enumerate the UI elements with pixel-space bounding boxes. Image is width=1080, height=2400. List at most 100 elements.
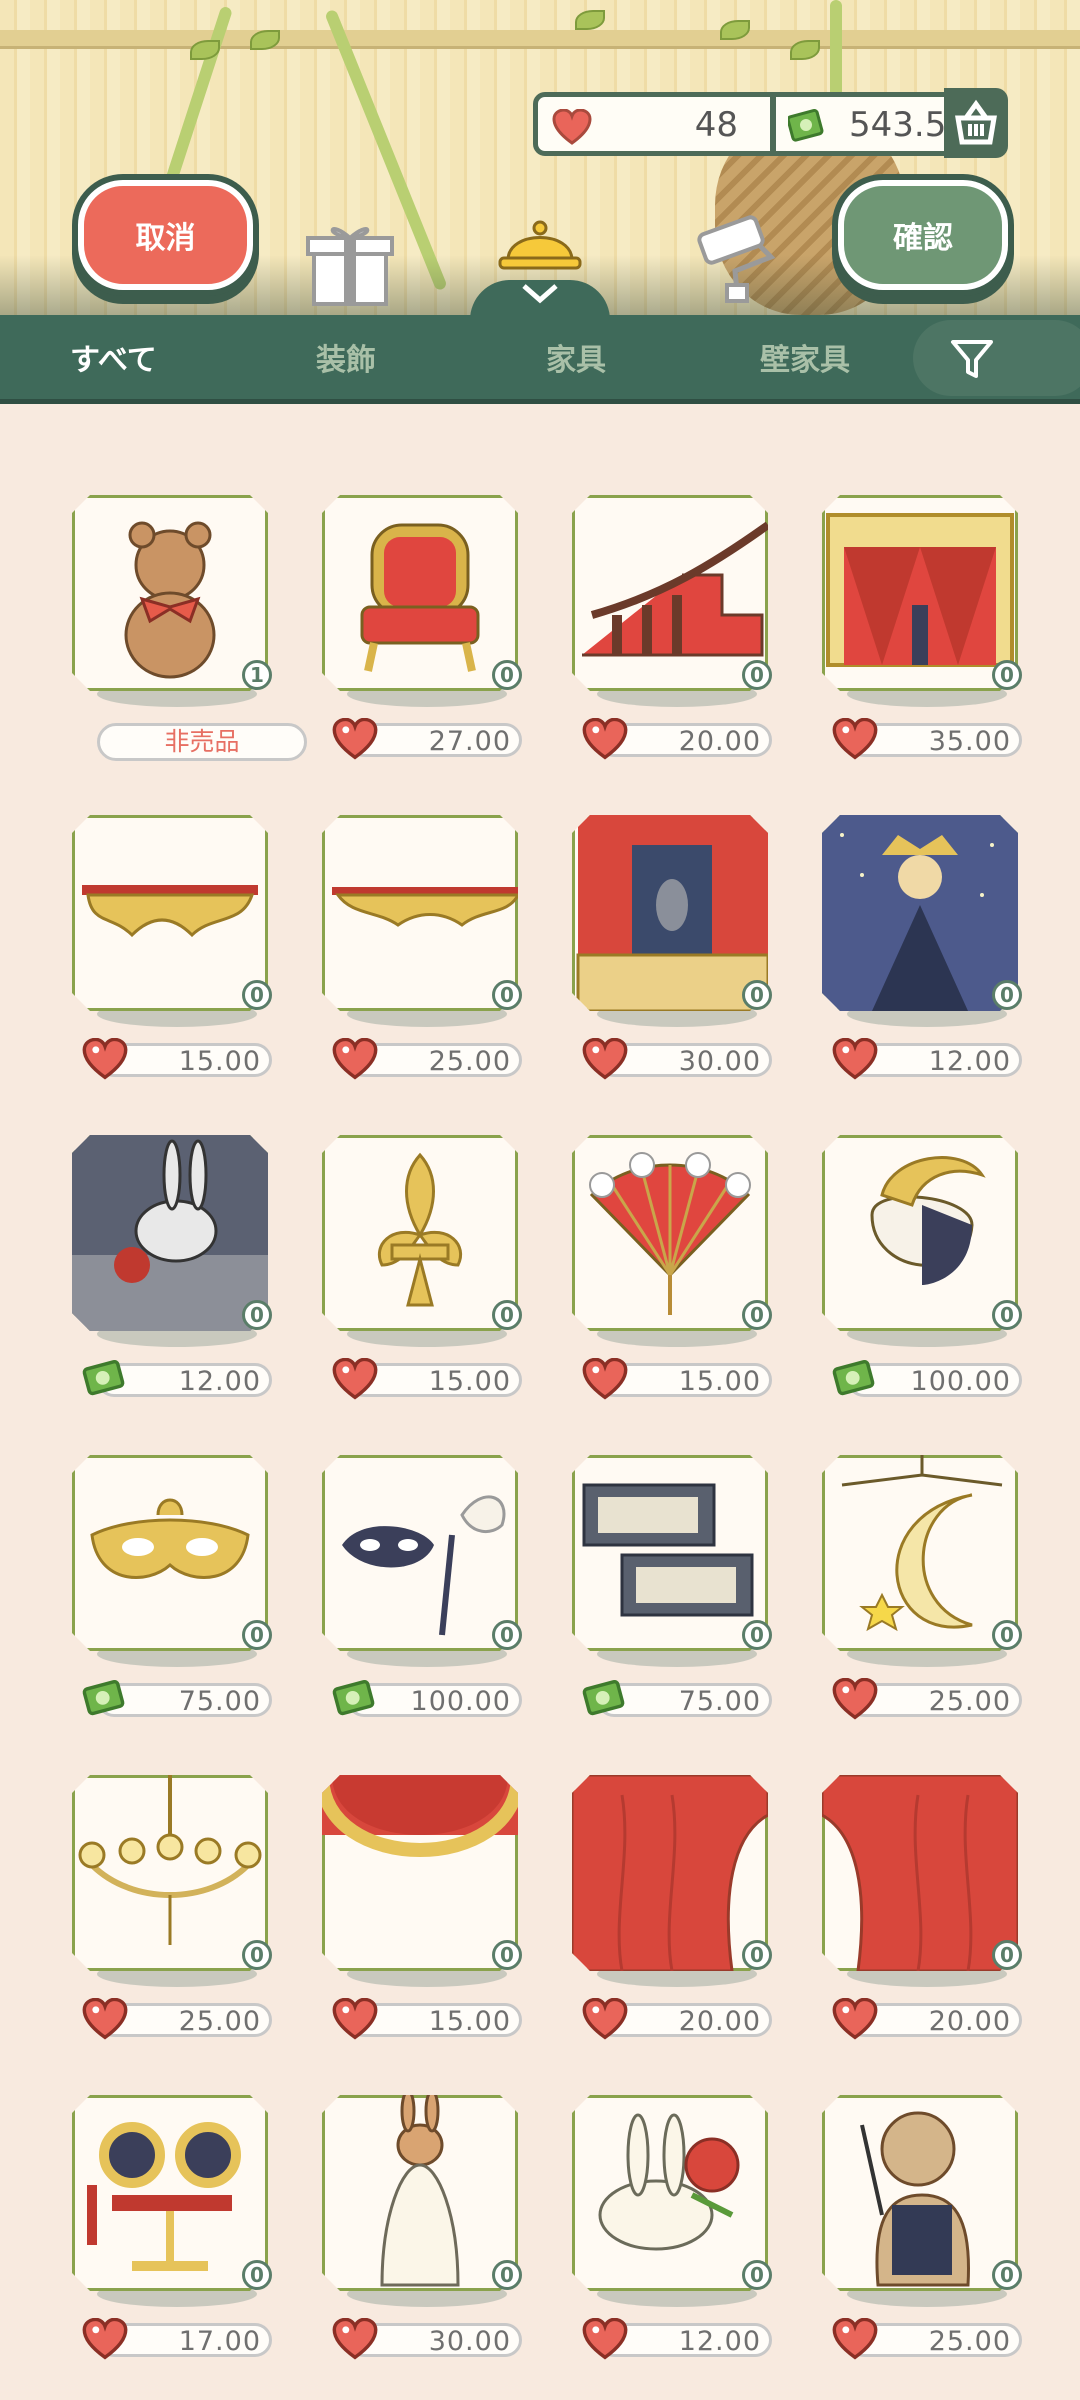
owned-count: 0 (992, 660, 1022, 690)
price-amount: 27.00 (428, 726, 511, 757)
paint-roller-icon[interactable] (685, 205, 785, 305)
shop-item-rabbit-lady[interactable]: 0 30.00 (312, 2095, 572, 2395)
moon-mobile-icon (822, 1455, 1018, 1651)
filter-button[interactable] (913, 320, 1080, 396)
conductor-dog-icon (822, 2095, 1018, 2291)
shop-item-red-curtain-right[interactable]: 0 20.00 (812, 1775, 1072, 2075)
wall-rail (0, 30, 1080, 49)
tab-furniture[interactable]: 家具 (546, 335, 606, 379)
heart-currency (832, 2317, 878, 2364)
shop-item-rabbit-rose-mask[interactable]: 0 12.00 (562, 2095, 822, 2395)
heart-icon (332, 1357, 378, 1400)
heart-currency (82, 1997, 128, 2044)
cash-currency (82, 1678, 128, 1724)
price-amount: 25.00 (928, 2326, 1011, 2357)
heart-currency (582, 717, 628, 764)
shop-item-venetian-mask[interactable]: 0 100.00 (812, 1135, 1072, 1435)
tab-all[interactable]: すべて (70, 335, 157, 379)
shop-item-theater-box[interactable]: 0 30.00 (562, 815, 822, 1115)
owned-count: 1 (242, 660, 272, 690)
shop-item-gold-shelf[interactable]: 0 15.00 (62, 815, 322, 1115)
price-amount: 25.00 (928, 1686, 1011, 1717)
price-amount: 20.00 (678, 726, 761, 757)
price-tag: 20.00 (832, 1997, 1022, 2040)
price-amount: 15.00 (678, 1366, 761, 1397)
shop-item-tickets[interactable]: 0 75.00 (562, 1455, 822, 1755)
shop-item-moon-mobile[interactable]: 0 25.00 (812, 1455, 1072, 1755)
price-tag: 100.00 (332, 1679, 522, 1717)
heart-currency (832, 1997, 878, 2044)
owned-count: 0 (992, 2260, 1022, 2290)
heart-currency (82, 1037, 128, 1084)
owned-count: 0 (742, 1620, 772, 1650)
shop-item-chandelier[interactable]: 0 25.00 (62, 1775, 322, 2075)
price-amount: 15.00 (428, 2006, 511, 2037)
cash-currency (582, 1678, 628, 1724)
price-tag: 12.00 (832, 1037, 1022, 1080)
price-amount: 20.00 (678, 2006, 761, 2037)
shop-item-opera-glasses[interactable]: 0 17.00 (62, 2095, 322, 2395)
owned-count: 0 (742, 1940, 772, 1970)
owned-count: 0 (992, 1620, 1022, 1650)
shop-item-gold-mask[interactable]: 0 75.00 (62, 1455, 322, 1755)
shop-item-red-throne[interactable]: 0 27.00 (312, 495, 572, 795)
owned-count: 0 (492, 1300, 522, 1330)
shop-item-red-valance[interactable]: 0 15.00 (312, 1775, 572, 2075)
tab-wall-furniture[interactable]: 壁家具 (760, 335, 850, 379)
tab-decoration[interactable]: 装飾 (316, 335, 376, 379)
price-amount: 25.00 (178, 2006, 261, 2037)
owned-count: 0 (742, 980, 772, 1010)
price-amount: 75.00 (178, 1686, 261, 1717)
owned-count: 0 (242, 980, 272, 1010)
heart-currency (332, 717, 378, 764)
price-tag: 15.00 (582, 1357, 772, 1400)
filter-icon (951, 340, 993, 378)
heart-icon (582, 717, 628, 760)
gift-icon[interactable] (300, 210, 400, 310)
shop-item-teddy-bear[interactable]: 1 非売品 (62, 495, 322, 795)
price-amount: 17.00 (178, 2326, 261, 2357)
shop-item-conductor-dog[interactable]: 0 25.00 (812, 2095, 1072, 2395)
shop-item-masquerade-stick-mask[interactable]: 0 100.00 (312, 1455, 572, 1755)
owned-count: 0 (242, 1300, 272, 1330)
opera-glasses-icon (72, 2095, 268, 2291)
bell-icon[interactable] (478, 200, 602, 310)
shop-item-red-fan[interactable]: 0 15.00 (562, 1135, 822, 1435)
heart-icon (332, 2317, 378, 2360)
shop-basket-button[interactable] (944, 88, 1008, 158)
shop-item-stair-railing[interactable]: 0 20.00 (562, 495, 822, 795)
masquerade-stick-mask-icon (322, 1455, 518, 1651)
stage-frame-icon (822, 495, 1018, 691)
heart-icon (82, 2317, 128, 2360)
heart-currency (582, 1357, 628, 1404)
red-throne-icon (322, 495, 518, 691)
rabbit-lady-icon (322, 2095, 518, 2291)
price-amount: 30.00 (678, 1046, 761, 1077)
currency-bar: 48 543.59 (533, 92, 1005, 156)
owned-count: 0 (992, 1300, 1022, 1330)
shop-item-stage-frame[interactable]: 0 35.00 (812, 495, 1072, 795)
heart-currency (582, 1037, 628, 1084)
shop-item-red-curtain-left[interactable]: 0 20.00 (562, 1775, 822, 2075)
price-amount: 25.00 (428, 1046, 511, 1077)
owned-count: 0 (492, 980, 522, 1010)
heart-currency (832, 1037, 878, 1084)
gold-shelf-long-icon (322, 815, 518, 1011)
price-tag: 25.00 (832, 1677, 1022, 1720)
shop-item-gold-shelf-long[interactable]: 0 25.00 (312, 815, 572, 1115)
shop-item-queen-portrait[interactable]: 0 12.00 (812, 815, 1072, 1115)
price-amount: 15.00 (428, 1366, 511, 1397)
confirm-button[interactable]: 確認 (838, 180, 1008, 290)
shop-item-fleur-de-lis[interactable]: 0 15.00 (312, 1135, 572, 1435)
heart-currency (582, 2317, 628, 2364)
shop-item-rabbit-rose-portrait[interactable]: 0 12.00 (62, 1135, 322, 1435)
gold-shelf-icon (72, 815, 268, 1011)
cancel-button[interactable]: 取消 (78, 180, 253, 290)
cash-currency (332, 1678, 378, 1724)
cash-currency (82, 1358, 128, 1404)
heart-currency (332, 1037, 378, 1084)
price-tag: 15.00 (332, 1357, 522, 1400)
price-tag: 30.00 (582, 1037, 772, 1080)
cash-icon (788, 108, 824, 142)
heart-icon (582, 2317, 628, 2360)
